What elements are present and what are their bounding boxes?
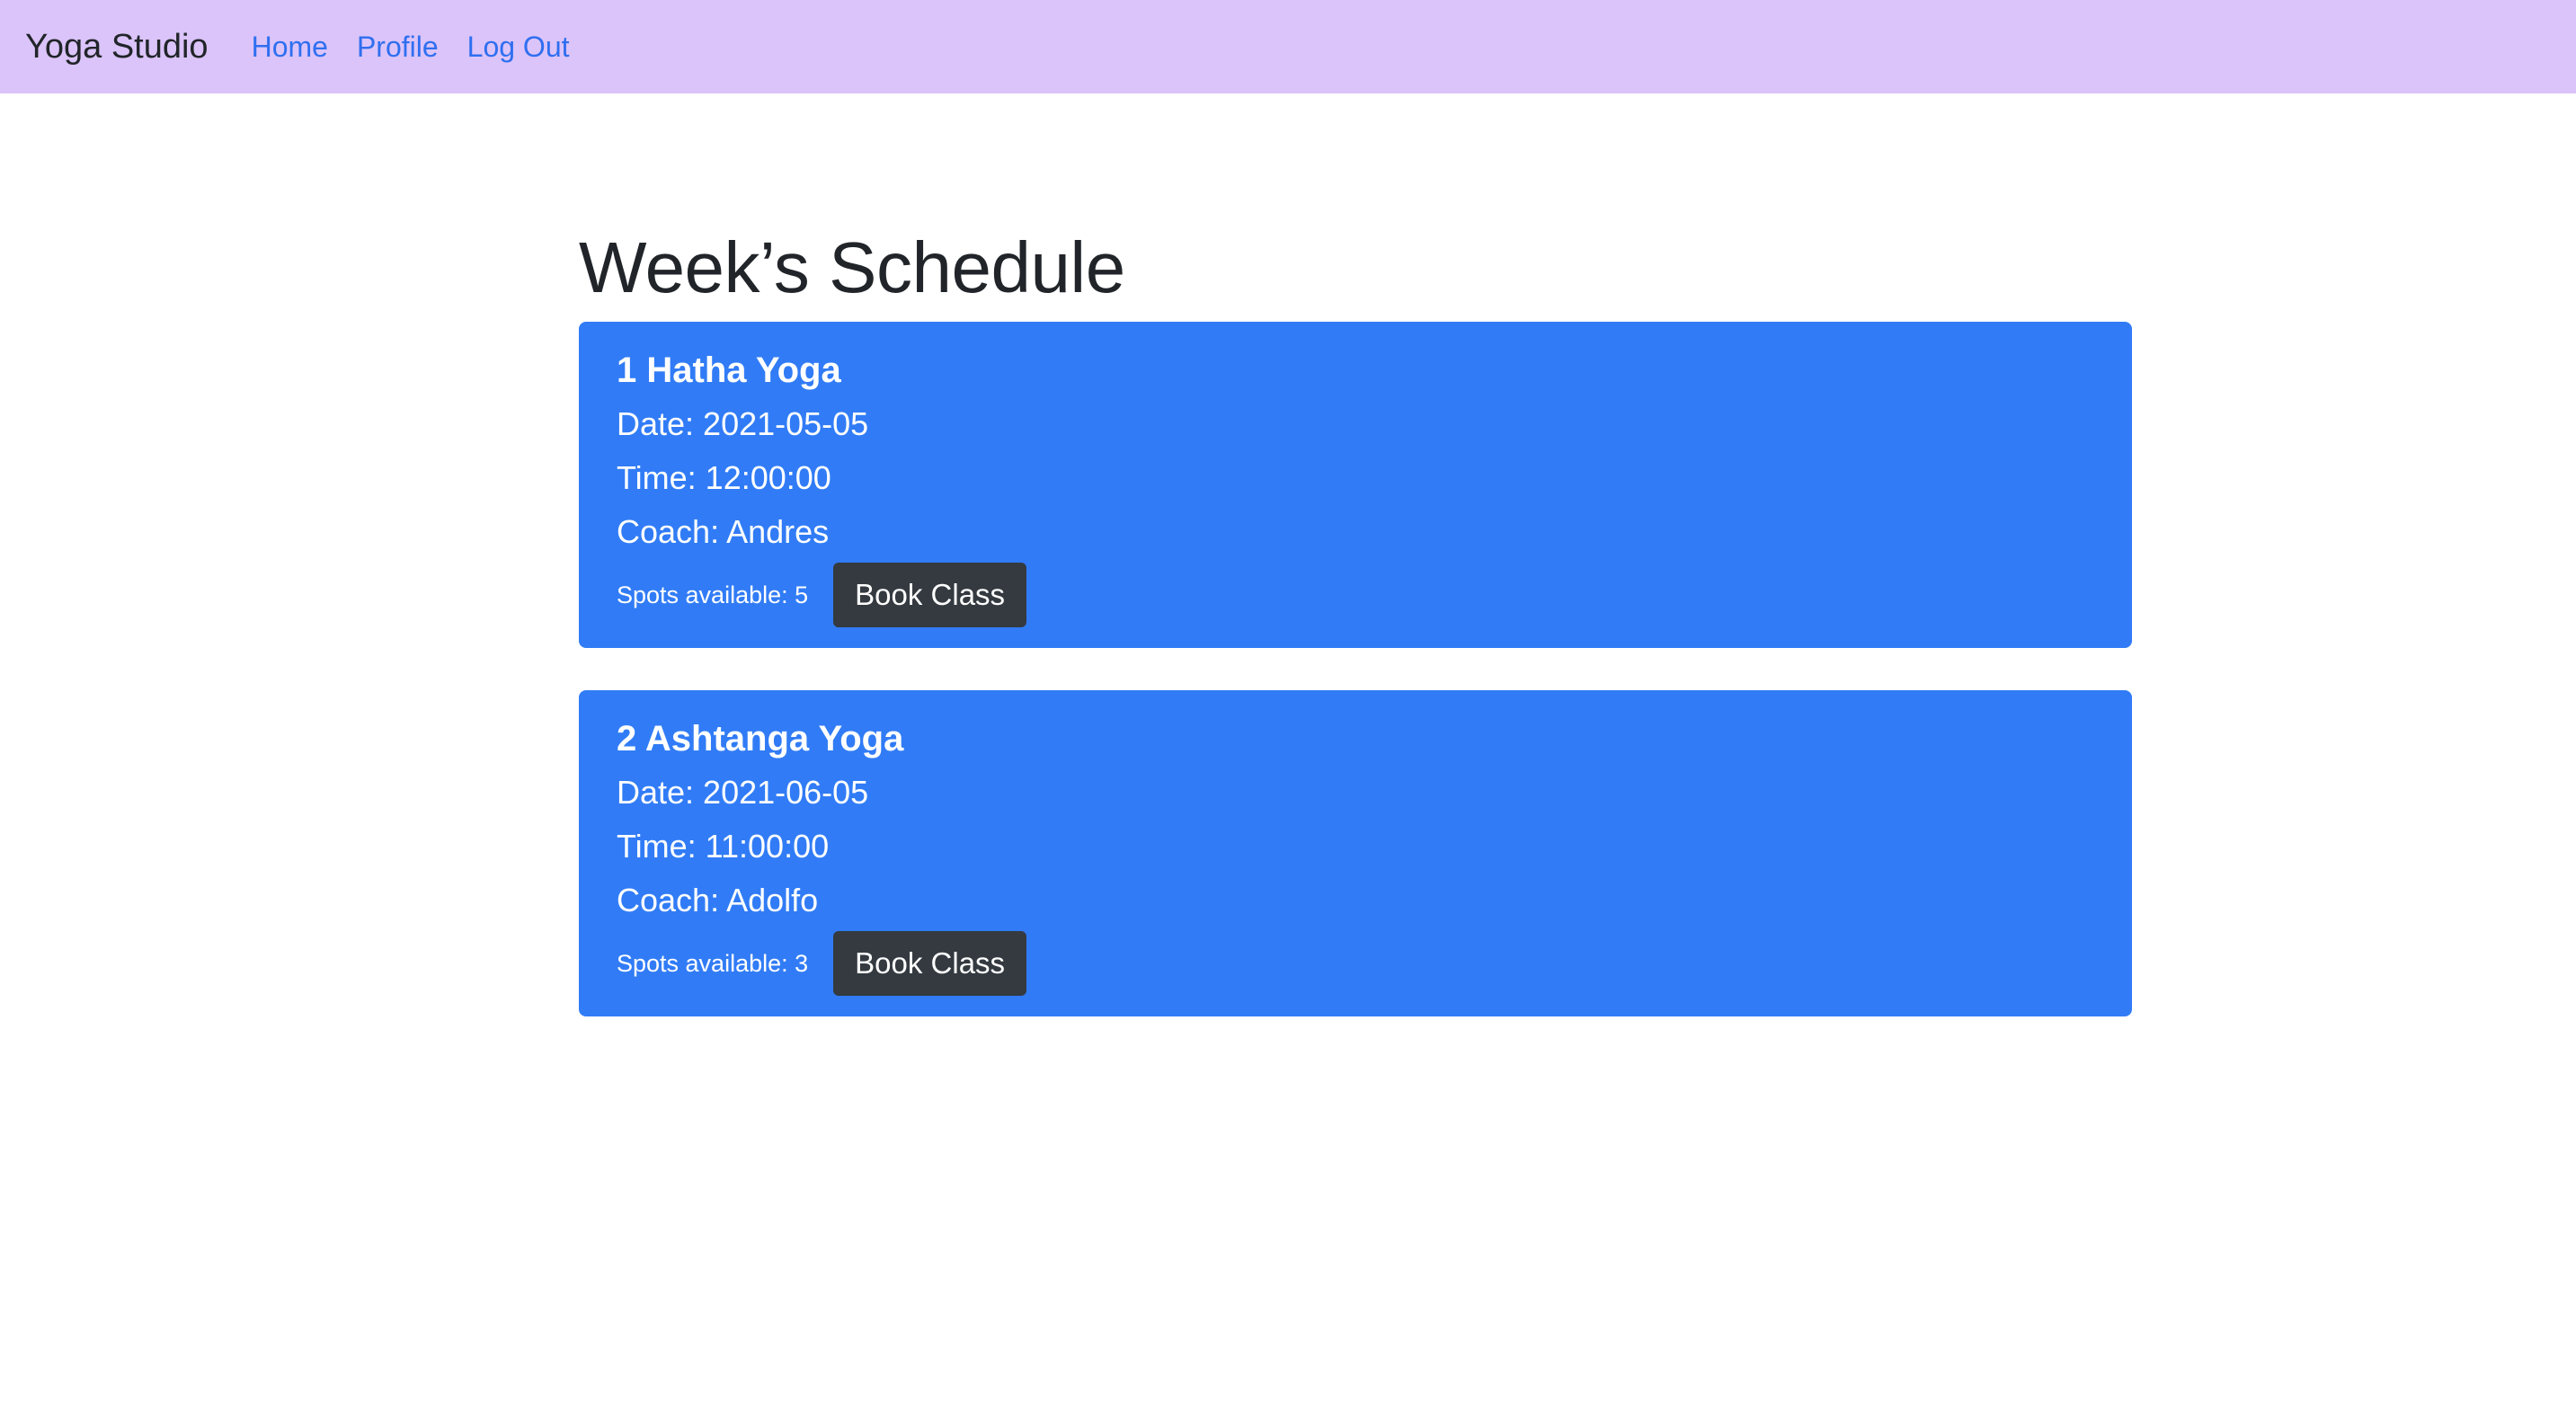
class-time: Time: 12:00:00	[617, 459, 831, 496]
book-class-button[interactable]: Book Class	[833, 931, 1027, 996]
nav-link-log-out[interactable]: Log Out	[467, 31, 570, 64]
nav-link-profile[interactable]: Profile	[357, 31, 439, 64]
main-content: Week’s Schedule 1 Hatha Yoga Date: 2021-…	[579, 221, 2132, 1016]
class-card-footer: Spots available: 5 Book Class	[617, 563, 2094, 627]
top-navbar: Yoga Studio Home Profile Log Out	[0, 0, 2576, 93]
spots-available: Spots available: 3	[617, 949, 809, 977]
class-date: Date: 2021-06-05	[617, 774, 869, 811]
page-title: Week’s Schedule	[579, 227, 1125, 307]
class-card: 1 Hatha Yoga Date: 2021-05-05 Time: 12:0…	[579, 322, 2132, 648]
class-coach: Coach: Andres	[617, 513, 830, 550]
brand-logo-text[interactable]: Yoga Studio	[25, 28, 209, 67]
class-time: Time: 11:00:00	[617, 828, 830, 865]
class-date: Date: 2021-05-05	[617, 405, 869, 442]
class-title: 2 Ashtanga Yoga	[617, 719, 904, 759]
class-card: 2 Ashtanga Yoga Date: 2021-06-05 Time: 1…	[579, 690, 2132, 1016]
book-class-button[interactable]: Book Class	[833, 563, 1027, 627]
class-card-footer: Spots available: 3 Book Class	[617, 931, 2094, 996]
nav-link-home[interactable]: Home	[252, 31, 328, 64]
class-coach: Coach: Adolfo	[617, 882, 819, 918]
class-title: 1 Hatha Yoga	[617, 351, 841, 390]
spots-available: Spots available: 5	[617, 581, 809, 608]
